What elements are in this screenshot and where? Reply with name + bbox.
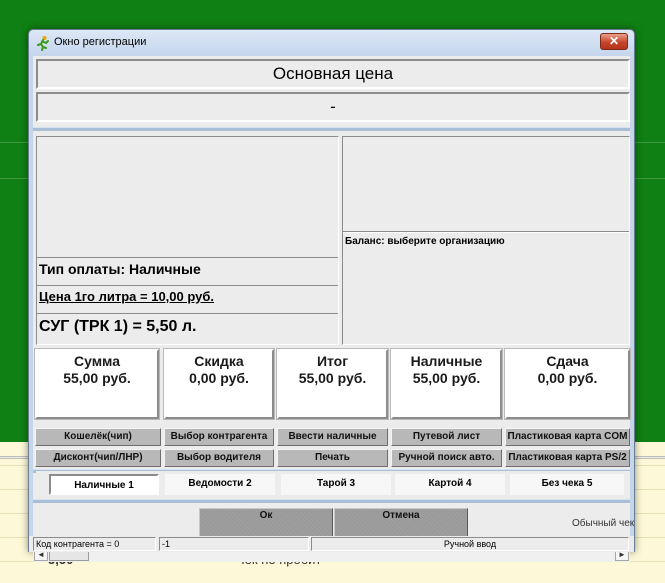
total-value: 55,00 руб. [298, 370, 367, 386]
enter-cash-button[interactable]: Ввести наличные [277, 428, 388, 446]
sum-value: 55,00 руб. [63, 370, 131, 386]
unit-price-label: Цена 1го литра = 10,00 руб. [39, 289, 214, 304]
plastic-card-ps2-button[interactable]: Пластиковая карта PS/2 [505, 449, 630, 467]
balance-panel: Баланс: выберите организацию [342, 136, 630, 345]
close-icon: ✕ [608, 34, 620, 48]
row-divider [37, 285, 338, 286]
sum-cell: Сумма 55,00 руб. [34, 348, 160, 420]
cash-value: 55,00 руб. [412, 370, 481, 386]
fuel-volume-label: СУГ (ТРК 1) = 5,50 л. [39, 318, 197, 335]
print-button[interactable]: Печать [277, 449, 388, 467]
wallet-chip-button[interactable]: Кошелёк(чип) [35, 428, 161, 446]
change-cell: Сдача 0,00 руб. [504, 348, 631, 420]
price-value-display: - [36, 92, 630, 122]
contractor-code-status: Код контрагента = 0 [33, 537, 156, 551]
sum-label: Сумма [73, 353, 121, 369]
row-divider [37, 257, 338, 258]
discount-cell: Скидка 0,00 руб. [163, 348, 275, 420]
discount-label: Скидка [194, 353, 244, 369]
discount-chip-button[interactable]: Дисконт(чип/ЛНР) [35, 449, 161, 467]
tab-cash[interactable]: Наличные 1 [49, 474, 159, 495]
cash-label: Наличные [410, 353, 483, 369]
registration-window: Окно регистрации ✕ Основная цена - Тип о… [28, 29, 635, 562]
row-divider [37, 313, 338, 314]
normal-receipt-label: Обычный чек [572, 518, 635, 529]
plastic-card-com-button[interactable]: Пластиковая карта COM [505, 428, 630, 446]
section-divider [33, 499, 630, 503]
payment-type-label: Тип оплаты: Наличные [39, 261, 201, 277]
section-divider [33, 127, 630, 131]
fuel-info-panel: Тип оплаты: Наличные Цена 1го литра = 10… [36, 136, 339, 345]
discount-value: 0,00 руб. [189, 370, 249, 386]
change-label: Сдача [546, 353, 589, 369]
cash-cell: Наличные 55,00 руб. [390, 348, 503, 420]
tab-card[interactable]: Картой 4 [395, 474, 505, 495]
tab-statements[interactable]: Ведомости 2 [165, 474, 275, 495]
status-value: -1 [159, 537, 309, 551]
payment-tabs: Наличные 1 Ведомости 2 Тарой 3 Картой 4 … [36, 471, 630, 497]
price-mode-display: Основная цена [36, 59, 630, 89]
total-label: Итог [316, 353, 349, 369]
waybill-button[interactable]: Путевой лист [391, 428, 502, 446]
total-cell: Итог 55,00 руб. [276, 348, 389, 420]
select-contractor-button[interactable]: Выбор контрагента [164, 428, 274, 446]
tab-container[interactable]: Тарой 3 [281, 474, 391, 495]
change-value: 0,00 руб. [537, 370, 598, 386]
select-driver-button[interactable]: Выбор водителя [164, 449, 274, 467]
tab-no-receipt[interactable]: Без чека 5 [510, 474, 624, 495]
balance-label: Баланс: выберите организацию [345, 236, 505, 247]
status-bar: Код контрагента = 0 -1 Ручной ввод [29, 536, 634, 552]
runner-app-icon [35, 35, 51, 51]
close-button[interactable]: ✕ [600, 33, 628, 50]
manual-car-search-button[interactable]: Ручной поиск авто. [391, 449, 502, 467]
window-titlebar[interactable]: Окно регистрации ✕ [29, 30, 634, 56]
window-client-area: Основная цена - Тип оплаты: Наличные Цен… [33, 56, 634, 562]
row-divider [343, 231, 629, 233]
input-mode-status: Ручной ввод [311, 537, 629, 551]
window-title: Окно регистрации [54, 36, 147, 48]
